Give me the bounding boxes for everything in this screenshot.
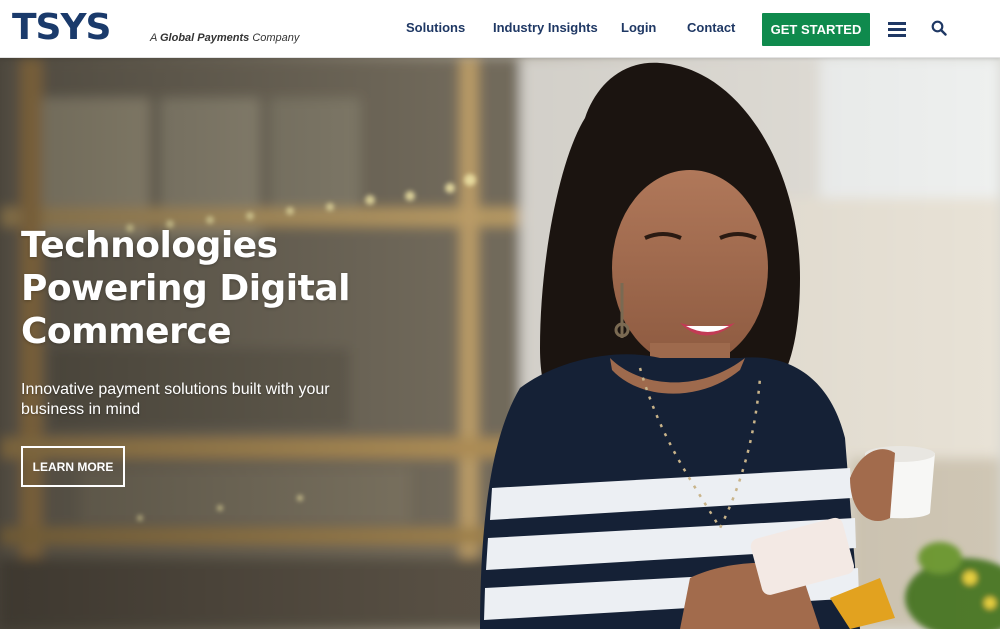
get-started-button[interactable]: GET STARTED [762, 13, 870, 46]
nav-industry-insights[interactable]: Industry Insights [493, 20, 598, 35]
tagline: A Global Payments Company [150, 32, 299, 44]
tagline-bold: Global Payments [160, 32, 250, 44]
tagline-prefix: A [150, 32, 160, 44]
hero-title: Technologies Powering Digital Commerce [21, 224, 441, 353]
hero-title-line-3: Commerce [21, 311, 232, 352]
search-icon[interactable] [931, 20, 947, 36]
nav-login[interactable]: Login [621, 20, 656, 35]
nav-solutions[interactable]: Solutions [406, 20, 465, 35]
menu-icon[interactable] [888, 22, 906, 37]
logo-text: TSYS [12, 7, 111, 48]
hero-title-line-2: Powering Digital [21, 268, 351, 309]
hero-subtitle: Innovative payment solutions built with … [21, 381, 330, 418]
tsys-logo[interactable]: TSYS [12, 9, 116, 47]
tagline-suffix: Company [249, 32, 300, 44]
nav-contact[interactable]: Contact [687, 20, 735, 35]
site-header: TSYS A Global Payments Company Solutions… [0, 0, 1000, 58]
learn-more-button[interactable]: LEARN MORE [21, 446, 125, 487]
hero-title-line-1: Technologies [21, 225, 278, 266]
hero-section: Technologies Powering Digital Commerce I… [0, 58, 1000, 629]
